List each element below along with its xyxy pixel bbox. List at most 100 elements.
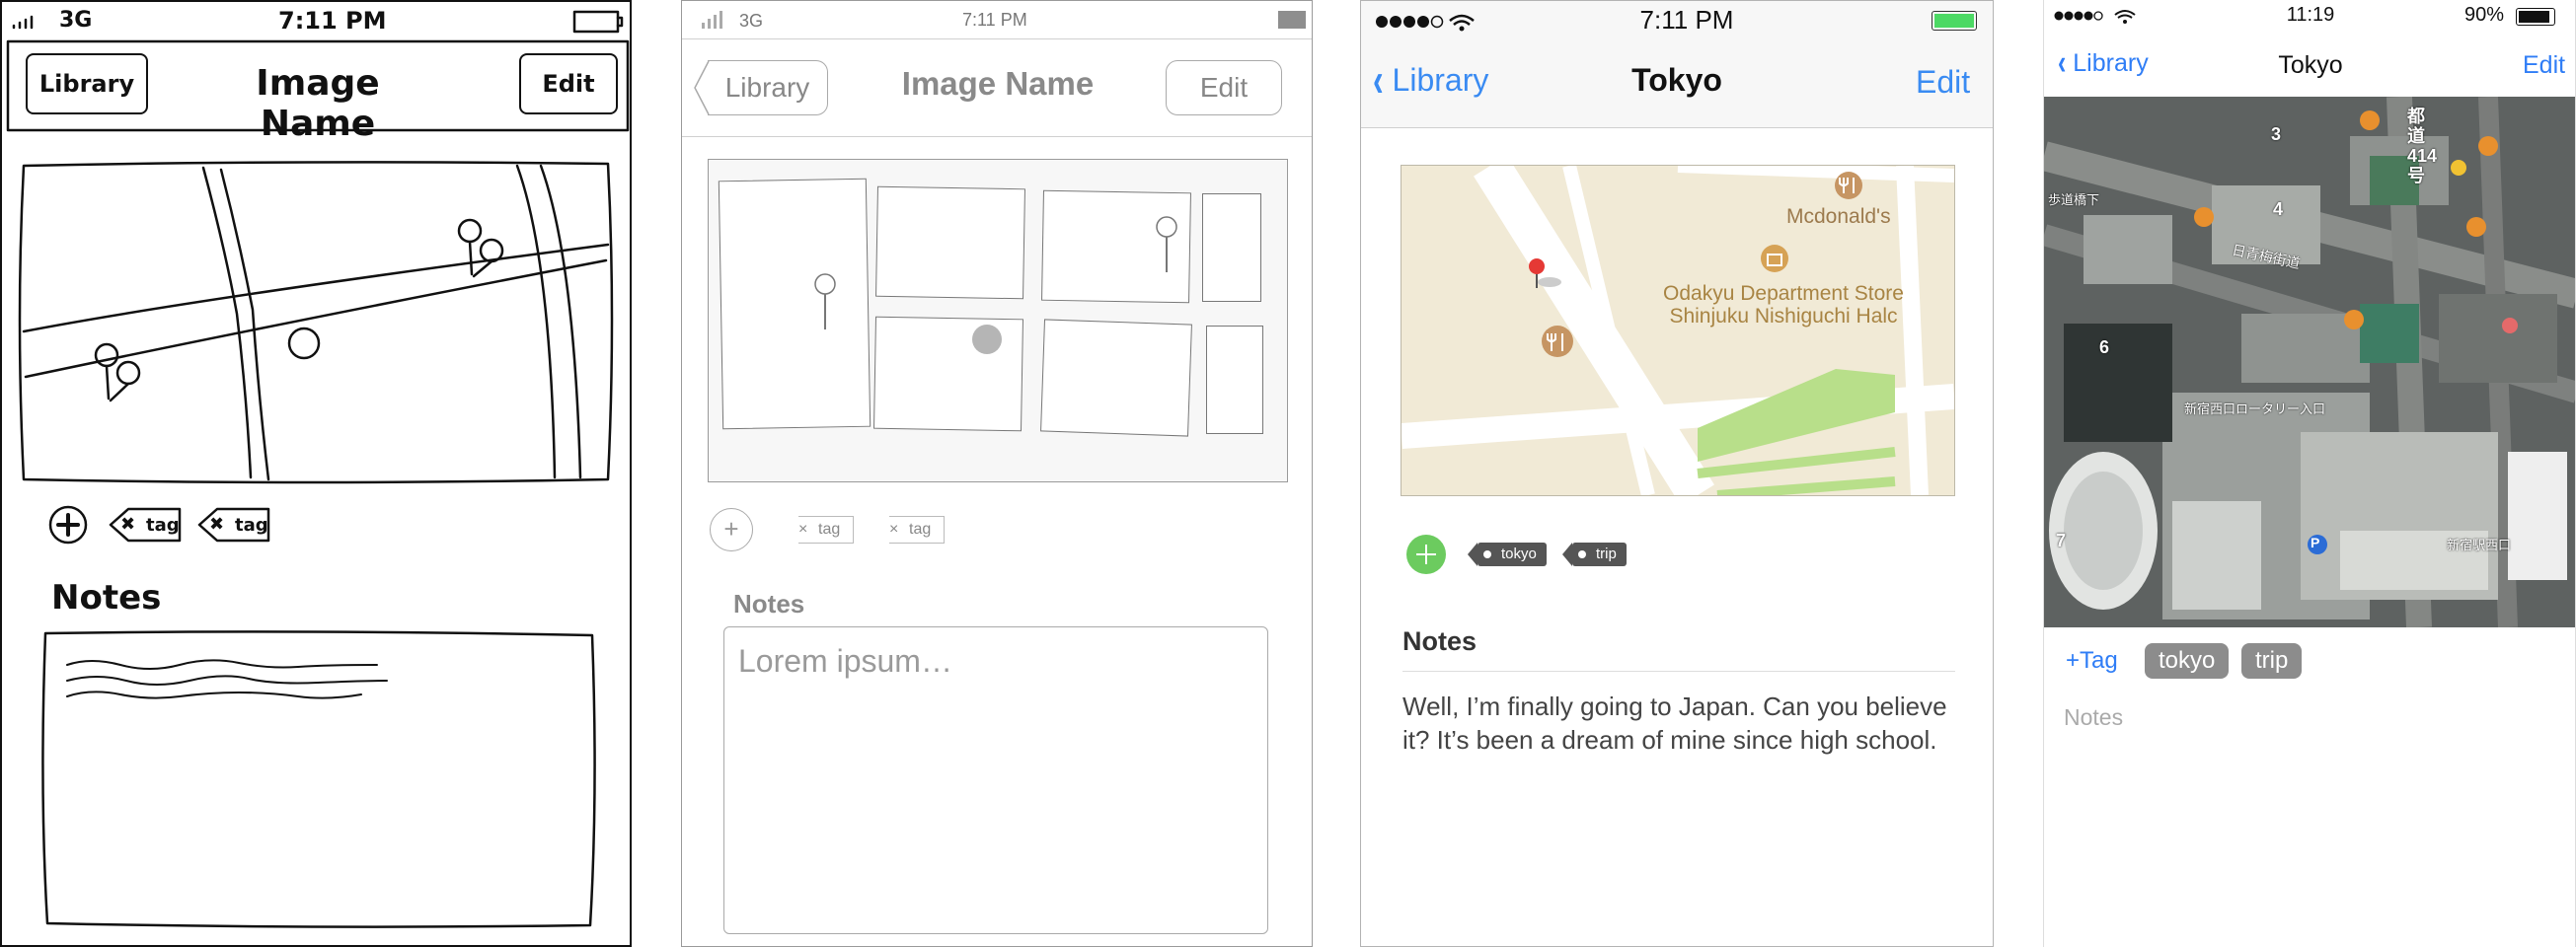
nav-bar: ‹ Library Tokyo Edit (2044, 34, 2575, 97)
sketch-mockup: 3G 7:11 PM Library Image Name Edit ✖ tag… (0, 0, 632, 947)
tag-remove-icon[interactable]: ✖ (209, 514, 224, 535)
poi-label: Odakyu Department Store Shinjuku Nishigu… (1663, 282, 1904, 328)
battery-icon (1932, 11, 1977, 31)
add-tag-button[interactable] (1406, 535, 1446, 574)
status-bar: 3G 7:11 PM (682, 1, 1312, 38)
status-bar: 11:19 90% (2044, 0, 2575, 34)
chevron-left-icon: ‹ (2058, 43, 2067, 83)
pin-icon (1156, 216, 1177, 272)
edit-button[interactable]: Edit (1166, 60, 1282, 115)
status-time: 7:11 PM (1639, 5, 1734, 35)
map-number-label: 6 (2099, 337, 2110, 357)
status-time: 11:19 (2286, 4, 2335, 26)
map-number-label: 3 (2271, 124, 2282, 144)
back-button[interactable]: Library (26, 53, 148, 114)
back-button-label: Library (1392, 62, 1489, 98)
poi-label: Mcdonald's (1786, 205, 1891, 228)
location-dot (287, 327, 321, 360)
ios7-mockup: 7:11 PM ‹ Library Tokyo Edit Mcdonald's … (1360, 0, 1994, 947)
divider (1402, 671, 1955, 672)
map-outline (18, 161, 614, 484)
tag-label: tag (909, 521, 932, 538)
map-number-label: 7 (2056, 531, 2067, 550)
tag-label: tag (818, 521, 841, 538)
edit-button-label: Edit (1199, 72, 1249, 103)
wireframe-mockup: 3G 7:11 PM Library Image Name Edit + × t… (681, 0, 1313, 947)
map-number-label: 4 (2273, 199, 2284, 219)
map-place-label: 新宿西口ロータリー入口 (2184, 401, 2326, 416)
signal-icon (702, 11, 722, 29)
tag-remove-icon[interactable]: × (889, 521, 898, 539)
tag-chip[interactable]: trip (1562, 543, 1627, 566)
notes-field[interactable]: Lorem ipsum… (723, 626, 1268, 934)
page-title: Image Name (901, 65, 1095, 102)
back-button-label: Library (724, 72, 810, 103)
tag-chip[interactable]: tokyo (1468, 543, 1547, 566)
tag-label: tag (146, 515, 180, 536)
notes-label: Notes (1402, 626, 1477, 656)
tag-chip[interactable]: ✖ tag (111, 509, 182, 543)
signal-icon (1376, 14, 1475, 32)
status-bar: 7:11 PM (1361, 1, 1993, 40)
tag-chip[interactable]: trip (2241, 643, 2303, 679)
notes-placeholder: Lorem ipsum… (738, 643, 952, 679)
tag-chip[interactable]: tokyo (2145, 643, 2230, 679)
restaurant-icon (1835, 172, 1862, 199)
tag-chip[interactable]: ✖ tag (199, 509, 270, 543)
edit-button[interactable]: Edit (2523, 51, 2565, 80)
shopping-icon (1761, 245, 1788, 272)
battery-percent: 90% (2464, 4, 2505, 26)
back-button-label: Library (2073, 49, 2149, 77)
edit-button[interactable]: Edit (1916, 64, 1970, 101)
map-view[interactable]: Mcdonald's Odakyu Department Store Shinj… (1401, 165, 1955, 496)
chevron-left-icon (694, 60, 710, 115)
back-button-label: Library (38, 70, 135, 98)
back-button[interactable]: ‹ Library (2058, 43, 2149, 82)
back-button[interactable]: Library (694, 60, 828, 115)
status-time: 7:11 PM (962, 10, 1027, 30)
battery-icon (572, 10, 624, 34)
satellite-map[interactable]: 都道414号 日青梅街道 新宿西口ロータリー入口 新宿駅西口 3 4 6 7 P… (2044, 97, 2575, 627)
map-road-label: 都道414号 (2407, 107, 2438, 185)
back-button[interactable]: ‹ Library (1373, 53, 1489, 107)
pin-icon (457, 218, 504, 278)
tag-label: tokyo (1501, 546, 1537, 562)
tag-chip[interactable]: × tag (889, 516, 945, 544)
add-tag-button[interactable]: +Tag (2066, 647, 2118, 675)
pin-icon (814, 273, 836, 329)
nav-bar: Library Image Name Edit (682, 38, 1312, 137)
tag-chip[interactable]: × tag (798, 516, 854, 544)
tag-label: trip (1596, 546, 1617, 562)
map-parking-label: P (2311, 535, 2320, 550)
edit-button[interactable]: Edit (519, 53, 618, 114)
location-dot (972, 325, 1002, 354)
status-time: 7:11 PM (278, 7, 387, 35)
notes-text[interactable]: Well, I’m finally going to Japan. Can yo… (1402, 690, 1955, 757)
add-tag-button[interactable] (49, 503, 89, 543)
edit-button-label: Edit (542, 70, 595, 98)
tag-remove-icon[interactable]: ✖ (120, 514, 135, 535)
battery-icon (2516, 8, 2555, 26)
battery-icon (1278, 11, 1306, 29)
notes-label: Notes (51, 578, 162, 618)
pin-icon (94, 342, 141, 402)
add-tag-button[interactable]: + (710, 508, 753, 551)
signal-icon (12, 15, 34, 30)
signal-icon (2054, 10, 2136, 24)
notes-placeholder[interactable]: Notes (2064, 704, 2123, 731)
map-place-label: 歩道橋下 (2048, 192, 2100, 207)
nav-bar: ‹ Library Tokyo Edit (1361, 40, 1993, 128)
tag-remove-icon[interactable]: × (798, 521, 807, 539)
page-title: Image Name (256, 63, 380, 144)
tag-label: tag (235, 515, 268, 536)
page-title: Tokyo (1631, 62, 1722, 98)
ios-modern-mockup: 11:19 90% ‹ Library Tokyo Edit 都道414号 日青… (2043, 0, 2576, 947)
notes-field[interactable] (45, 633, 592, 923)
plus-icon (1416, 545, 1436, 564)
map-view[interactable] (708, 159, 1288, 482)
chevron-left-icon: ‹ (1373, 52, 1384, 107)
carrier-label: 3G (739, 11, 764, 31)
restaurant-icon (1542, 326, 1573, 357)
carrier-label: 3G (59, 8, 93, 33)
map-place-label: 新宿駅西口 (2447, 538, 2512, 552)
